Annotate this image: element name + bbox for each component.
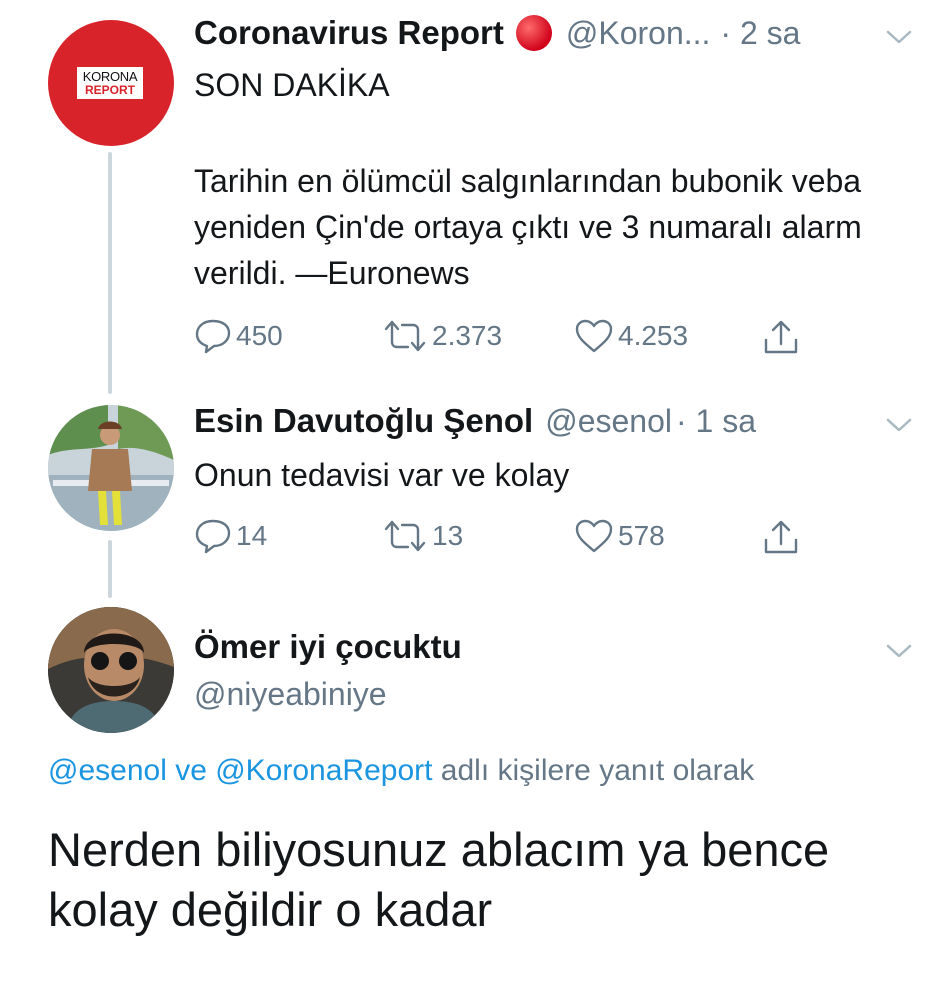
heart-icon <box>575 519 613 553</box>
user-handle[interactable]: @niyeabiniye <box>194 676 387 713</box>
display-name[interactable]: Coronavirus Report <box>194 14 504 52</box>
tweet-header: Esin Davutoğlu Şenol @esenol · 1 sa <box>194 402 756 440</box>
korona-report-logo: KORONA REPORT <box>77 67 143 99</box>
heart-icon <box>575 319 613 353</box>
avatar[interactable]: KORONA REPORT <box>48 20 174 146</box>
share-icon[interactable] <box>762 318 800 356</box>
user-handle[interactable]: @Koron... <box>566 15 711 52</box>
reply-button[interactable]: 450 <box>194 318 283 354</box>
display-name[interactable]: Esin Davutoğlu Şenol <box>194 402 533 440</box>
tweet-text: Onun tedavisi var ve kolay <box>194 457 570 493</box>
avatar[interactable] <box>48 607 174 733</box>
profile-photo <box>48 607 174 733</box>
reply-text: Nerden biliyosunuz ablacım ya bence kola… <box>48 823 830 936</box>
reply-count: 450 <box>236 320 283 351</box>
share-icon[interactable] <box>762 518 800 556</box>
user-handle[interactable]: @esenol <box>545 403 672 440</box>
retweet-count: 13 <box>432 520 464 551</box>
profile-photo <box>48 405 174 531</box>
red-circle-emoji <box>515 15 552 51</box>
reply-button[interactable]: 14 <box>194 518 267 554</box>
reply-context-suffix: adlı kişilere yanıt olarak <box>432 754 755 787</box>
like-count: 578 <box>618 520 665 551</box>
chevron-down-icon[interactable] <box>884 26 914 48</box>
logo-line-2: REPORT <box>84 82 135 97</box>
chevron-down-icon[interactable] <box>884 640 914 662</box>
like-button[interactable]: 578 <box>574 518 665 554</box>
logo-line-1: KORONA <box>82 68 138 84</box>
mention-link[interactable]: @KoronaReport <box>215 754 432 787</box>
timestamp[interactable]: · 2 sa <box>720 15 800 52</box>
retweet-icon <box>384 520 426 552</box>
avatar[interactable] <box>48 405 174 531</box>
chevron-down-icon[interactable] <box>884 414 914 436</box>
like-count: 4.253 <box>618 320 689 351</box>
retweet-icon <box>384 320 426 352</box>
reply-context: @esenol ve @KoronaReport adlı kişilere y… <box>48 754 754 788</box>
reply-icon <box>195 319 231 354</box>
tweet-header: Coronavirus Report @Koron... · 2 sa <box>194 14 800 52</box>
retweet-button[interactable]: 2.373 <box>382 318 502 354</box>
reply-icon <box>195 519 231 554</box>
thread-line <box>108 540 112 598</box>
tweet-text: Tarihin en ölümcül salgınlarından buboni… <box>194 163 862 291</box>
thread-line <box>108 152 112 394</box>
like-button[interactable]: 4.253 <box>574 318 688 354</box>
mention-link[interactable]: @esenol <box>48 754 167 787</box>
tweet-text-headline: SON DAKİKA <box>194 67 390 103</box>
display-name[interactable]: Ömer iyi çocuktu <box>194 628 462 666</box>
reply-context-conjunction: ve <box>166 754 216 787</box>
timestamp[interactable]: · 1 sa <box>676 403 756 440</box>
reply-count: 14 <box>236 520 268 551</box>
retweet-button[interactable]: 13 <box>382 518 463 554</box>
retweet-count: 2.373 <box>432 320 503 351</box>
